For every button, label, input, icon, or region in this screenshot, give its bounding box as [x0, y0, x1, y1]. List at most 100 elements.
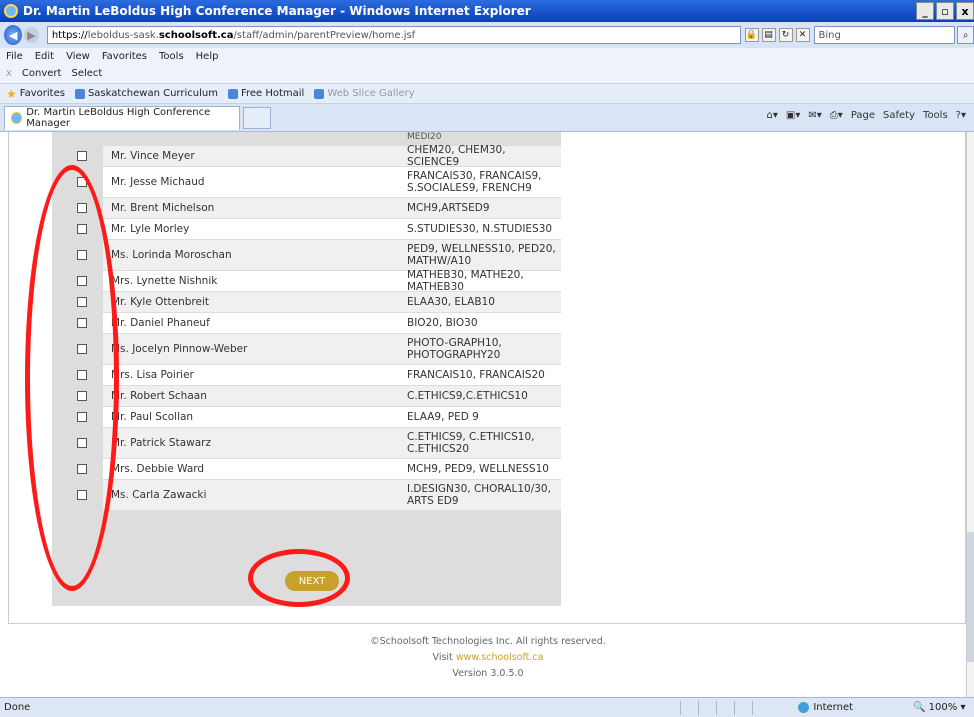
refresh-icon[interactable]: ↻: [778, 28, 793, 42]
teacher-name: Mr. Lyle Morley: [111, 223, 190, 235]
favorites-bar: ★ Favorites Saskatchewan Curriculum Free …: [0, 84, 974, 104]
window-controls: _ ▫ x: [916, 2, 974, 20]
menu-favorites[interactable]: Favorites: [102, 51, 147, 62]
teacher-courses: S.STUDIES30, N.STUDIES30: [407, 223, 553, 235]
zone-indicator: Internet: [798, 702, 853, 713]
table-row: Mr. Brent Michelson MCH9,ARTSED9: [52, 198, 561, 218]
globe-icon: [798, 702, 810, 713]
ie-page-icon: [74, 88, 85, 99]
zoom-control[interactable]: 🔍 100% ▾: [913, 702, 965, 713]
menu-file[interactable]: File: [6, 51, 23, 62]
version-text: Version 3.0.5.0: [452, 668, 524, 679]
ie-page-icon: [227, 88, 238, 99]
teacher-name: Mr. Vince Meyer: [111, 150, 195, 162]
compat-icon[interactable]: ▤: [761, 28, 776, 42]
table-row: Mr. Robert Schaan C.ETHICS9,C.ETHICS10: [52, 386, 561, 406]
teacher-checkbox[interactable]: [77, 151, 87, 161]
search-input[interactable]: Bing: [813, 26, 956, 44]
search-icon[interactable]: ⌕: [957, 26, 974, 44]
teacher-courses: ELAA9, PED 9: [407, 411, 479, 423]
https-text: https://: [51, 29, 88, 41]
fav-webslice[interactable]: Web Slice Gallery: [314, 88, 415, 99]
fav-saskatchewan[interactable]: Saskatchewan Curriculum: [74, 88, 218, 99]
red-annotation-oval-next: [248, 549, 350, 607]
maximize-button[interactable]: ▫: [936, 2, 954, 20]
table-row: Mr. Paul Scollan ELAA9, PED 9: [52, 407, 561, 427]
address-tools: 🔒 ▤ ↻ ✕: [744, 28, 810, 42]
lock-icon[interactable]: 🔒: [744, 28, 759, 42]
new-tab-button[interactable]: [243, 106, 271, 129]
teacher-courses: MATHEB30, MATHE20, MATHEB30: [407, 269, 524, 293]
teacher-courses: MCH9,ARTSED9: [407, 202, 490, 214]
close-button[interactable]: x: [956, 2, 974, 20]
teacher-name: Ms. Lorinda Moroschan: [111, 249, 232, 261]
teacher-name: Mrs. Lynette Nishnik: [111, 275, 218, 287]
forward-icon[interactable]: ▶: [24, 27, 39, 43]
back-icon[interactable]: ◀: [4, 25, 23, 45]
status-panes: [680, 700, 768, 715]
tab-row: Dr. Martin LeBoldus High Conference Mana…: [0, 104, 974, 132]
favorites-button[interactable]: ★ Favorites: [6, 87, 65, 101]
fav-label: Web Slice Gallery: [327, 88, 415, 99]
teacher-courses: I.DESIGN30, CHORAL10/30, ARTS ED9: [407, 483, 551, 507]
feeds-icon[interactable]: ▣▾: [786, 110, 800, 121]
fav-hotmail[interactable]: Free Hotmail: [227, 88, 304, 99]
red-annotation-oval-checkboxes: [25, 165, 119, 591]
menu-tools[interactable]: Tools: [159, 51, 184, 62]
command-bar: ⌂▾ ▣▾ ✉▾ ⎙▾ Page Safety Tools ?▾: [767, 110, 966, 121]
table-row: Ms. Carla Zawacki I.DESIGN30, CHORAL10/30…: [52, 480, 561, 510]
visit-line: Visit www.schoolsoft.ca: [9, 650, 967, 666]
menu-help[interactable]: Help: [196, 51, 219, 62]
table-row: Mrs. Lynette Nishnik MATHEB30, MATHE20, M…: [52, 269, 561, 293]
scroll-thumb[interactable]: [967, 532, 974, 662]
teacher-name: Mr. Patrick Stawarz: [111, 437, 211, 449]
schoolsoft-link[interactable]: www.schoolsoft.ca: [456, 652, 544, 663]
ie-logo-icon: [4, 4, 18, 18]
url-path: /staff/admin/parentPreview/home.jsf: [233, 29, 416, 41]
table-row: Mrs. Debbie Ward MCH9, PED9, WELLNESS10: [52, 459, 561, 479]
teacher-courses: MCH9, PED9, WELLNESS10: [407, 463, 549, 475]
favorites-label: Favorites: [19, 88, 65, 99]
minimize-button[interactable]: _: [916, 2, 934, 20]
home-icon[interactable]: ⌂▾: [767, 110, 778, 121]
address-bar[interactable]: https://leboldus-sask. schoolsoft.ca/staf…: [46, 26, 741, 44]
stop-icon[interactable]: ✕: [795, 28, 810, 42]
window-title-bar: Dr. Martin LeBoldus High Conference Mana…: [0, 0, 974, 22]
tab-conference-manager[interactable]: Dr. Martin LeBoldus High Conference Mana…: [4, 105, 240, 130]
table-row: Mr. Daniel Phaneuf BIO20, BIO30: [52, 313, 561, 333]
teacher-name: Mr. Paul Scollan: [111, 411, 194, 423]
teacher-list-panel: MEDI20 Mr. Vince Meyer CHEM20, CHEM30, SC…: [52, 132, 561, 606]
menu-view[interactable]: View: [66, 51, 90, 62]
partial-course-text: MEDI20: [407, 132, 442, 142]
tools-menu[interactable]: Tools: [923, 110, 948, 121]
teacher-name: Mrs. Debbie Ward: [111, 463, 205, 475]
fav-label: Saskatchewan Curriculum: [87, 88, 218, 99]
url-domain: schoolsoft.ca: [158, 29, 234, 41]
teacher-name: Mr. Jesse Michaud: [111, 176, 205, 188]
star-icon: ★: [6, 86, 17, 101]
teacher-courses: C.ETHICS9,C.ETHICS10: [407, 390, 528, 402]
status-text: Done: [4, 702, 31, 713]
content-frame: MEDI20 Mr. Vince Meyer CHEM20, CHEM30, SC…: [8, 132, 966, 679]
teacher-name: Mr. Robert Schaan: [111, 390, 207, 402]
convert-button[interactable]: Convert: [22, 68, 62, 79]
teacher-courses: C.ETHICS9, C.ETHICS10, C.ETHICS20: [407, 431, 535, 455]
select-button[interactable]: Select: [71, 68, 102, 79]
help-icon[interactable]: ?▾: [956, 110, 966, 121]
menu-bar: File Edit View Favorites Tools Help: [0, 48, 974, 64]
table-row: Mr. Lyle Morley S.STUDIES30, N.STUDIES30: [52, 219, 561, 239]
menu-edit[interactable]: Edit: [35, 51, 54, 62]
teacher-courses: BIO20, BIO30: [407, 317, 478, 329]
mail-icon[interactable]: ✉▾: [808, 110, 821, 121]
table-row: Mr. Jesse Michaud FRANCAIS30, FRANCAIS9, …: [52, 167, 561, 197]
tab-title: Dr. Martin LeBoldus High Conference Mana…: [26, 107, 211, 129]
window-title: Dr. Martin LeBoldus High Conference Mana…: [23, 4, 531, 18]
teacher-name: Ms. Carla Zawacki: [111, 489, 207, 501]
print-icon[interactable]: ⎙▾: [830, 110, 843, 121]
safety-menu[interactable]: Safety: [883, 110, 915, 121]
teacher-name: Mrs. Lisa Poirier: [111, 369, 194, 381]
vertical-scrollbar[interactable]: [966, 132, 974, 697]
close-toolbar-icon[interactable]: x: [6, 68, 12, 79]
page-menu[interactable]: Page: [851, 110, 875, 121]
teacher-courses: ELAA30, ELAB10: [407, 296, 495, 308]
